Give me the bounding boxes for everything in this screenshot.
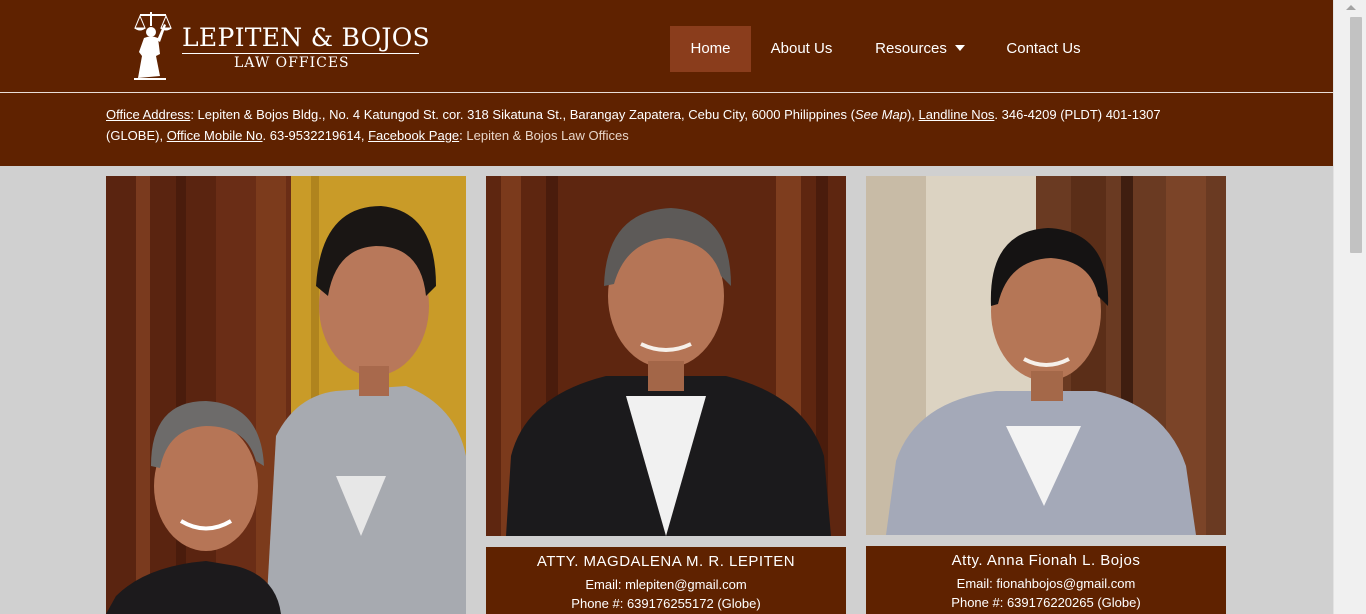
- logo-divider: [182, 53, 419, 54]
- contact-info-text: Office Address: Lepiten & Bojos Bldg., N…: [106, 104, 1206, 146]
- office-address-link[interactable]: Office Address: [106, 107, 190, 122]
- nav-about-us[interactable]: About Us: [761, 26, 842, 72]
- office-mobile-text: . 63-9532219614,: [262, 128, 369, 143]
- lepiten-profile-card: ATTY. MAGDALENA M. R. LEPITEN Email: mle…: [486, 547, 846, 614]
- close-paren: ),: [906, 107, 919, 122]
- page-viewport: LEPITEN & BOJOS LAW OFFICES Home About U…: [0, 0, 1333, 614]
- nav-home-label: Home: [690, 40, 731, 57]
- nav-contact-label: Contact Us: [1006, 40, 1081, 57]
- profile-email: Email: fionahbojos@gmail.com: [956, 576, 1136, 591]
- logo-title: LEPITEN & BOJOS: [182, 23, 430, 52]
- office-address-text: : Lepiten & Bojos Bldg., No. 4 Katungod …: [190, 107, 855, 122]
- logo-subtitle: LAW OFFICES: [234, 55, 350, 71]
- group-photo: [106, 176, 466, 614]
- bojos-profile-card: Atty. Anna Fionah L. Bojos Email: fionah…: [866, 546, 1226, 614]
- profile-phone: Phone #: 639176220265 (Globe): [951, 595, 1141, 610]
- nav-about-label: About Us: [770, 40, 833, 57]
- profile-name: ATTY. MAGDALENA M. R. LEPITEN: [536, 553, 796, 570]
- nav-contact-us[interactable]: Contact Us: [995, 26, 1092, 72]
- vertical-scrollbar[interactable]: [1333, 0, 1366, 614]
- scroll-up-arrow-icon[interactable]: [1346, 5, 1356, 10]
- facebook-page-name: Lepiten & Bojos Law Offices: [466, 128, 629, 143]
- bojos-portrait: [866, 176, 1226, 535]
- main-navigation: Home About Us Resources Contact Us: [670, 26, 1110, 72]
- site-header: LEPITEN & BOJOS LAW OFFICES Home About U…: [0, 0, 1333, 92]
- lepiten-portrait: [486, 176, 846, 536]
- facebook-page-link[interactable]: Facebook Page: [368, 128, 459, 143]
- nav-resources-label: Resources: [875, 40, 947, 57]
- chevron-down-icon: [954, 45, 965, 52]
- nav-home[interactable]: Home: [670, 26, 751, 72]
- lady-justice-icon: [134, 12, 172, 80]
- see-map-link[interactable]: See Map: [855, 107, 907, 122]
- office-mobile-link[interactable]: Office Mobile No: [167, 128, 263, 143]
- landline-link[interactable]: Landline Nos: [919, 107, 995, 122]
- contact-info-bar: Office Address: Lepiten & Bojos Bldg., N…: [0, 93, 1333, 166]
- profile-phone: Phone #: 639176255172 (Globe): [571, 596, 761, 611]
- scrollbar-thumb[interactable]: [1350, 17, 1362, 253]
- profile-email: Email: mlepiten@gmail.com: [585, 577, 747, 592]
- profile-name: Atty. Anna Fionah L. Bojos: [951, 552, 1141, 569]
- site-logo[interactable]: LEPITEN & BOJOS LAW OFFICES: [126, 10, 430, 82]
- nav-resources[interactable]: Resources: [865, 26, 975, 72]
